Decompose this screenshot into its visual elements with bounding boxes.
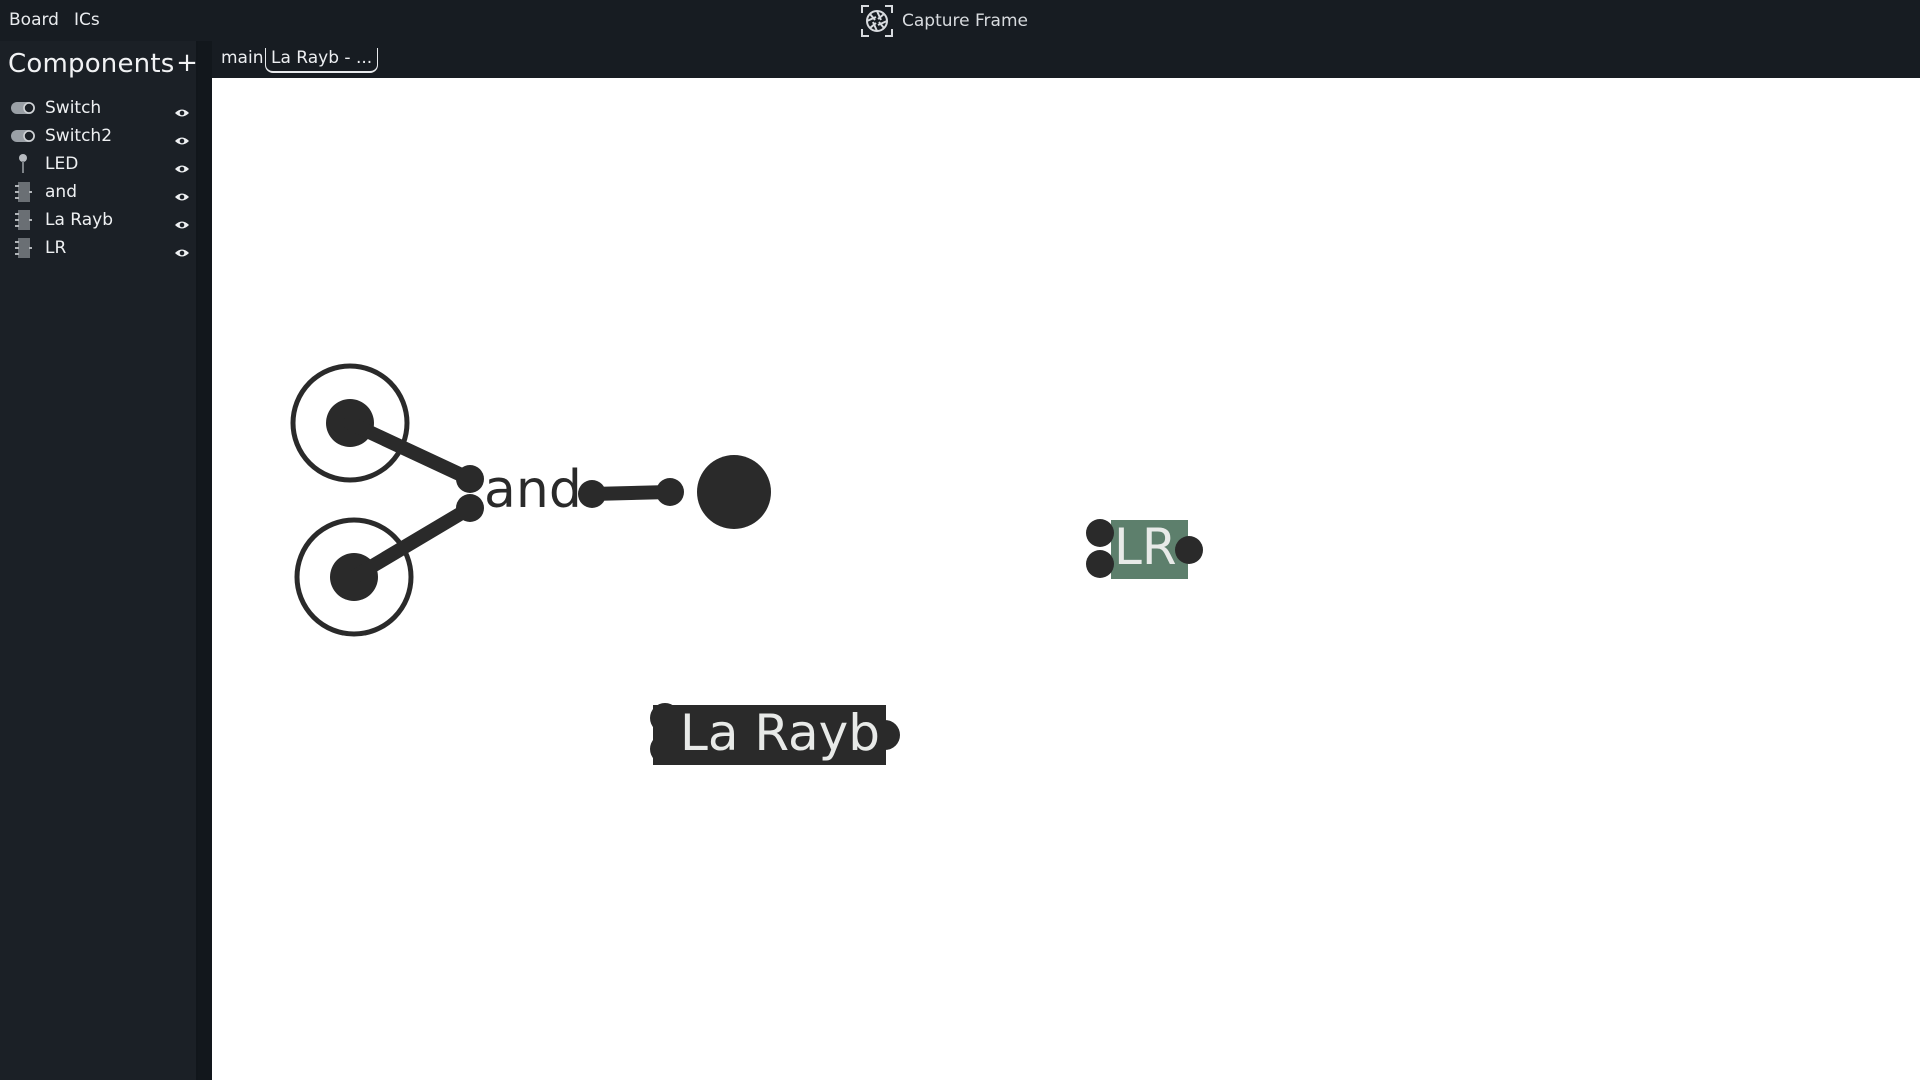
la-rayb-output-pin[interactable] <box>870 720 900 750</box>
component-item-switch[interactable]: Switch <box>0 94 198 122</box>
visibility-eye-icon[interactable] <box>174 131 190 145</box>
tab-bar: main La Rayb - ... <box>212 41 1920 78</box>
la-rayb-ic-body[interactable] <box>653 705 886 765</box>
capture-frame-button[interactable]: Capture Frame <box>860 2 1028 39</box>
tab-main[interactable]: main <box>216 48 268 71</box>
component-label: Switch2 <box>45 126 113 146</box>
lr-input-pin[interactable] <box>1086 550 1114 578</box>
and-input-pin[interactable] <box>456 465 484 493</box>
switch-icon <box>10 97 36 119</box>
tab-la-rayb[interactable]: La Rayb - ... <box>265 48 379 73</box>
menu-board[interactable]: Board <box>9 10 59 30</box>
visibility-eye-icon[interactable] <box>174 159 190 173</box>
add-component-button[interactable]: + <box>176 49 198 77</box>
and-input-pin[interactable] <box>456 494 484 522</box>
component-label: LR <box>45 238 67 258</box>
visibility-eye-icon[interactable] <box>174 103 190 117</box>
top-menu-bar: Board ICs Capture Frame <box>0 0 1920 41</box>
component-item-and[interactable]: and <box>0 178 198 206</box>
component-item-led[interactable]: LED <box>0 150 198 178</box>
visibility-eye-icon[interactable] <box>174 215 190 229</box>
lr-input-pin[interactable] <box>1086 519 1114 547</box>
chip-icon <box>10 181 36 203</box>
component-label: Switch <box>45 98 102 118</box>
component-item-switch2[interactable]: Switch2 <box>0 122 198 150</box>
visibility-eye-icon[interactable] <box>174 187 190 201</box>
chip-icon <box>10 237 36 259</box>
lr-output-pin[interactable] <box>1175 536 1203 564</box>
la-rayb-input-pin[interactable] <box>650 734 680 764</box>
component-item-lr[interactable]: LR <box>0 234 198 262</box>
sidebar-scrollbar[interactable] <box>198 41 212 1080</box>
switch-icon <box>10 125 36 147</box>
visibility-eye-icon[interactable] <box>174 243 190 257</box>
led-component[interactable] <box>697 455 771 529</box>
wire[interactable] <box>343 416 477 486</box>
wire-end-pin[interactable] <box>656 478 684 506</box>
camera-aperture-icon <box>860 4 894 38</box>
component-list: Switch Switch2 LED and La Rayb LR <box>0 94 198 262</box>
sidebar-title: Components <box>8 49 175 79</box>
capture-frame-label: Capture Frame <box>902 10 1028 31</box>
board-canvas[interactable]: and LR La Rayb <box>212 78 1920 1080</box>
component-label: and <box>45 182 77 202</box>
component-label: LED <box>45 154 79 174</box>
components-sidebar: Components + Switch Switch2 LED and La R… <box>0 41 198 1080</box>
led-icon <box>10 153 36 175</box>
la-rayb-input-pin[interactable] <box>650 703 680 733</box>
component-item-la-rayb[interactable]: La Rayb <box>0 206 198 234</box>
chip-icon <box>10 209 36 231</box>
and-output-pin[interactable] <box>578 480 606 508</box>
menu-ics[interactable]: ICs <box>74 10 100 30</box>
component-label: La Rayb <box>45 210 113 230</box>
